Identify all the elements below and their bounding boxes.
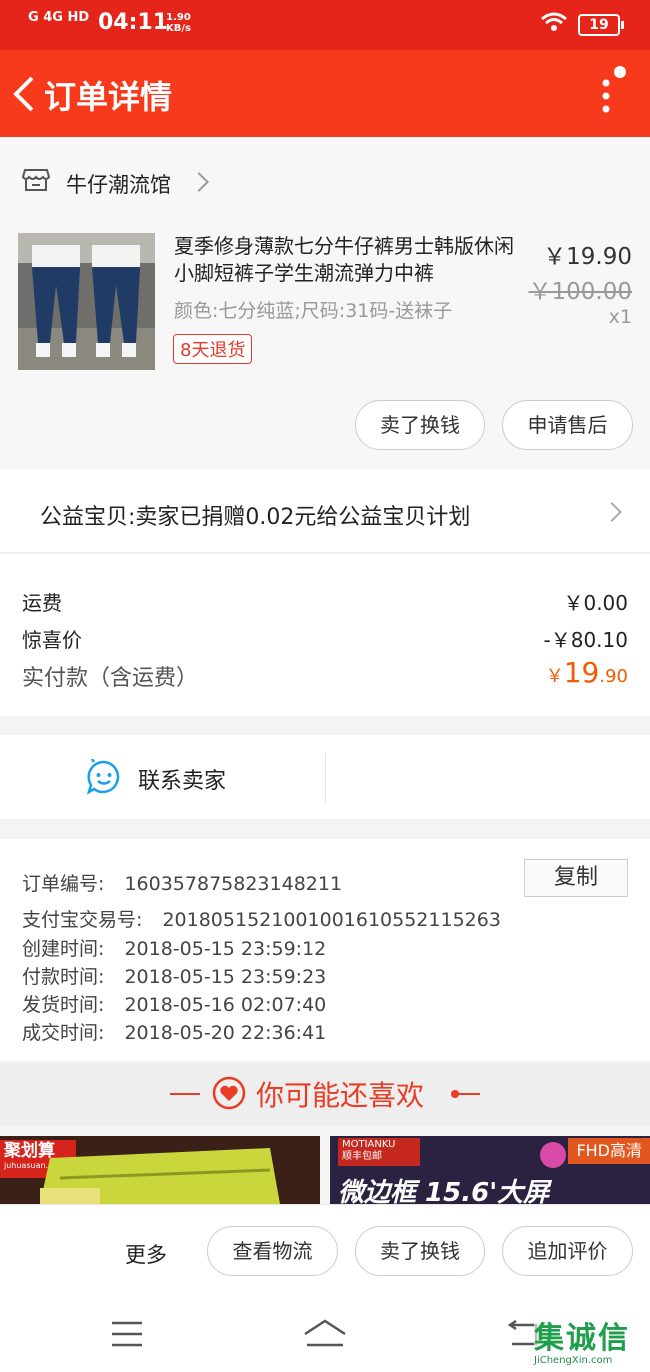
add-review-button[interactable]: 追加评价	[502, 1226, 633, 1276]
view-logistics-button[interactable]: 查看物流	[207, 1226, 338, 1276]
paid-label: 付款时间:	[22, 966, 105, 988]
divider	[456, 1093, 480, 1095]
charity-text[interactable]: 公益宝贝:卖家已捐赠0.02元给公益宝贝计划	[40, 499, 470, 531]
total-symbol: ￥	[545, 666, 564, 687]
watermark-domain: JiChengXin.com	[534, 1355, 613, 1366]
paid-row: 付款时间: 2018-05-15 23:59:23	[22, 962, 326, 989]
banner-right-brand: MOTIANKU	[342, 1139, 396, 1150]
banner-headline: 微边框 15.6'大屏	[338, 1178, 550, 1204]
recommend-title: 你可能还喜欢	[256, 1079, 425, 1112]
completed-time: 2018-05-20 22:36:41	[124, 1022, 327, 1044]
chevron-right-icon	[189, 172, 209, 192]
watermark-text: 集诚信	[534, 1321, 630, 1356]
total-label: 实付款（含运费）	[22, 666, 199, 691]
order-number-row: 订单编号: 160357875823148211	[22, 869, 342, 896]
shipping-value: ￥0.00	[563, 591, 628, 615]
more-button[interactable]: 更多	[125, 1239, 167, 1269]
copy-button[interactable]: 复制	[524, 859, 628, 897]
alipay-row: 支付宝交易号: 2018051521001001610552115263	[22, 905, 501, 932]
shipping-row: 运费 ￥0.00	[22, 587, 628, 616]
network-rate: 1.90 KB/s	[166, 12, 191, 34]
sell-item-bottom-button[interactable]: 卖了换钱	[355, 1226, 485, 1276]
shop-name[interactable]: 牛仔潮流馆	[66, 169, 171, 199]
product-quantity: x1	[608, 306, 632, 328]
signal-indicator: G 4G HD	[28, 10, 90, 25]
wifi-icon	[541, 12, 567, 31]
product-box-image	[40, 1148, 280, 1204]
chat-bubble-icon[interactable]	[86, 759, 122, 795]
product-sku: 颜色:七分纯蓝;尺码:31码-送袜子	[174, 300, 453, 322]
shipped-row: 发货时间: 2018-05-16 02:07:40	[22, 990, 326, 1017]
product-price: ￥19.90	[543, 244, 632, 270]
recommend-banner-left[interactable]: 聚划算 juhuasuan.com	[0, 1136, 320, 1204]
paid-time: 2018-05-15 23:59:23	[124, 966, 327, 988]
total-int: 19	[563, 656, 600, 689]
recommend-header: 你可能还喜欢	[0, 1063, 650, 1125]
divider	[170, 1093, 200, 1095]
bottom-action-bar: 更多 查看物流 卖了换钱 追加评价	[0, 1204, 650, 1298]
product-thumbnail[interactable]	[18, 233, 155, 370]
return-policy-badge: 8天退货	[173, 334, 253, 364]
discount-row: 惊喜价 -￥80.10	[22, 624, 628, 653]
after-sale-button[interactable]: 申请售后	[502, 400, 633, 450]
rate-unit: KB/s	[166, 23, 191, 34]
clock: 04:11	[98, 10, 169, 35]
original-price: ￥100.00	[528, 279, 632, 305]
total-value: ￥19.90	[546, 656, 628, 689]
motianku-logo: MOTIANKU 顺丰包邮	[338, 1138, 420, 1166]
decor-dot	[540, 1142, 566, 1168]
page-title: 订单详情	[44, 78, 173, 116]
shipped-label: 发货时间:	[22, 994, 105, 1016]
order-number-label: 订单编号:	[22, 873, 105, 895]
chevron-right-icon	[602, 502, 622, 522]
status-bar: G 4G HD 04:11 1.90 KB/s 19	[0, 0, 650, 50]
watermark: 集诚信 JiChengXin.com	[534, 1322, 646, 1368]
fee-summary: 运费 ￥0.00 惊喜价 -￥80.10 实付款（含运费） ￥19.90	[0, 554, 650, 716]
discount-value: -￥80.10	[543, 628, 628, 652]
shipped-time: 2018-05-16 02:07:40	[124, 994, 327, 1016]
alipay-number: 2018051521001001610552115263	[162, 909, 501, 931]
fhd-tag: FHD高清	[568, 1138, 650, 1164]
battery-icon: 19	[578, 14, 624, 36]
menu-icon[interactable]	[110, 1320, 144, 1348]
recommend-banner-right[interactable]: MOTIANKU 顺丰包邮 FHD高清 微边框 15.6'大屏	[330, 1136, 650, 1204]
more-vertical-icon[interactable]	[594, 66, 634, 126]
divider	[325, 753, 326, 803]
shipping-label: 运费	[22, 591, 62, 615]
contact-seller-section: 联系卖家	[0, 735, 650, 819]
order-info: 订单编号: 160357875823148211 复制 支付宝交易号: 2018…	[0, 839, 650, 1061]
completed-row: 成交时间: 2018-05-20 22:36:41	[22, 1018, 326, 1045]
contact-seller-button[interactable]: 联系卖家	[138, 763, 226, 795]
shop-row[interactable]: 牛仔潮流馆	[0, 137, 650, 221]
home-icon[interactable]	[302, 1318, 348, 1350]
discount-label: 惊喜价	[22, 628, 82, 652]
heart-icon	[212, 1076, 246, 1110]
product-title[interactable]: 夏季修身薄款七分牛仔裤男士韩版休闲小脚短裤子学生潮流弹力中裤	[174, 233, 524, 287]
system-nav-bar: 集诚信 JiChengXin.com	[0, 1298, 650, 1372]
created-label: 创建时间:	[22, 938, 105, 960]
order-item[interactable]: 夏季修身薄款七分牛仔裤男士韩版休闲小脚短裤子学生潮流弹力中裤 颜色:七分纯蓝;尺…	[0, 221, 650, 469]
banner-right-sub: 顺丰包邮	[342, 1151, 382, 1162]
created-row: 创建时间: 2018-05-15 23:59:12	[22, 934, 326, 961]
back-chevron-icon[interactable]	[8, 72, 40, 116]
order-number: 160357875823148211	[124, 873, 343, 895]
rate-value: 1.90	[166, 12, 191, 23]
store-icon	[22, 169, 50, 191]
total-dec: .90	[599, 666, 628, 687]
alipay-label: 支付宝交易号:	[22, 909, 143, 931]
charity-row[interactable]: 公益宝贝:卖家已捐赠0.02元给公益宝贝计划	[0, 469, 650, 553]
total-row: 实付款（含运费） ￥19.90	[22, 656, 628, 692]
created-time: 2018-05-15 23:59:12	[124, 938, 327, 960]
sell-item-button[interactable]: 卖了换钱	[355, 400, 485, 450]
completed-label: 成交时间:	[22, 1022, 105, 1044]
nav-bar: 订单详情	[0, 50, 650, 137]
